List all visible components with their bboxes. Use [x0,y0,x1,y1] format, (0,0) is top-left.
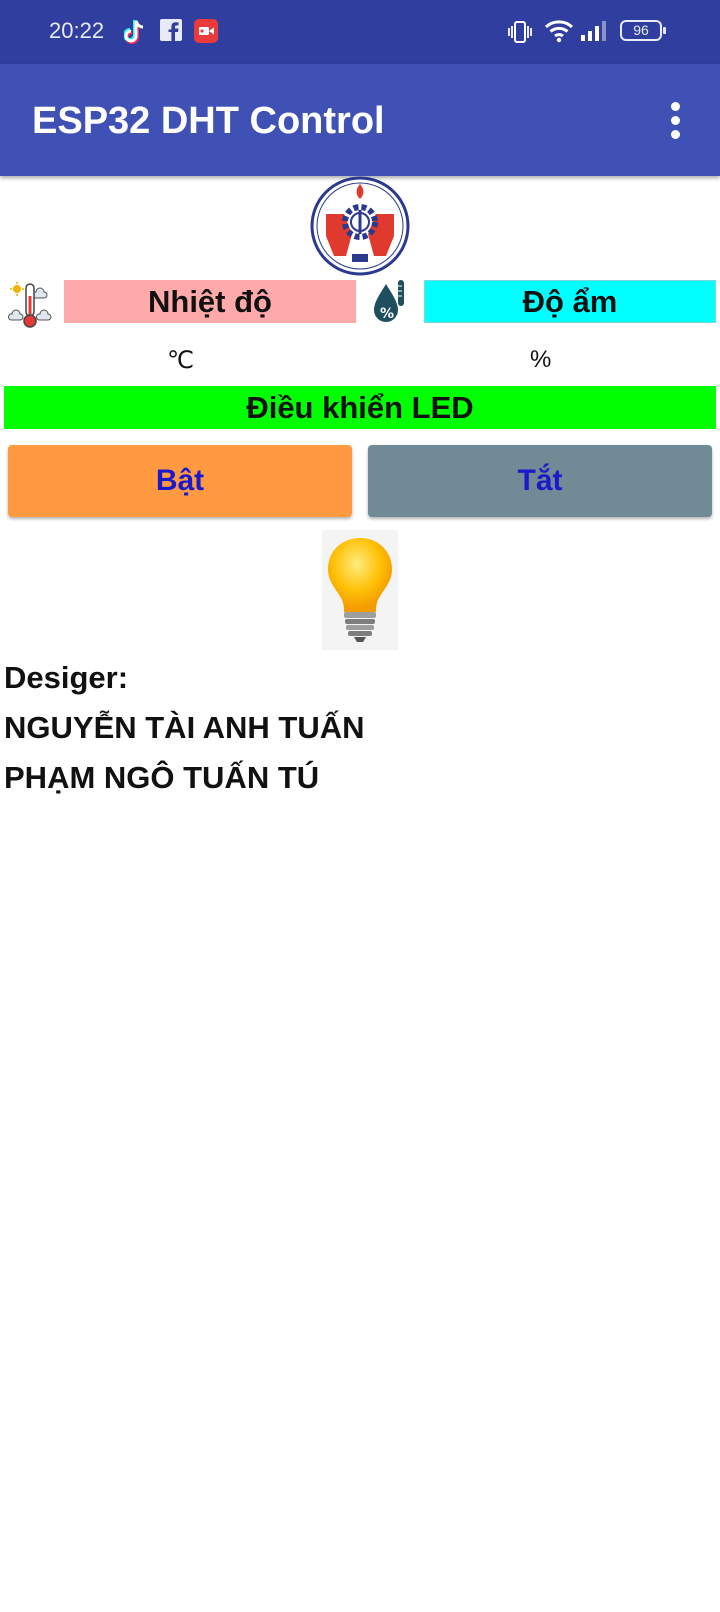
status-bar: 20:22 96 [0,0,720,64]
humidity-icon: % [374,280,404,322]
light-bulb-icon [328,538,392,642]
temperature-unit: ℃ [167,347,194,374]
led-on-button[interactable]: Bật [8,445,352,517]
temperature-label: Nhiệt độ [64,280,356,323]
vibrate-icon [508,21,532,43]
tiktok-icon [124,20,144,44]
designer-name: PHẠM NGÔ TUẤN TÚ [4,760,320,795]
battery-icon: 96 [620,20,666,41]
led-off-button[interactable]: Tắt [368,445,712,517]
humidity-label: Độ ẩm [424,280,716,323]
thermometer-weather-icon [8,282,52,328]
battery-level: 96 [633,22,649,38]
app-title: ESP32 DHT Control [32,100,385,142]
university-logo [310,176,410,276]
facebook-icon [160,19,182,41]
humidity-unit: % [530,346,552,373]
led-control-label: Điều khiển LED [4,386,716,429]
wifi-icon [544,20,574,43]
app-bar: ESP32 DHT Control [0,64,720,176]
light-bulb-image [322,530,398,650]
screen-recorder-icon [194,19,218,43]
status-time: 20:22 [49,18,105,43]
designer-heading: Desiger: [4,660,129,695]
svg-text:%: % [380,306,394,322]
more-vert-icon[interactable] [660,92,690,148]
designer-name: NGUYỄN TÀI ANH TUẤN [4,710,365,745]
signal-icon [581,21,606,41]
